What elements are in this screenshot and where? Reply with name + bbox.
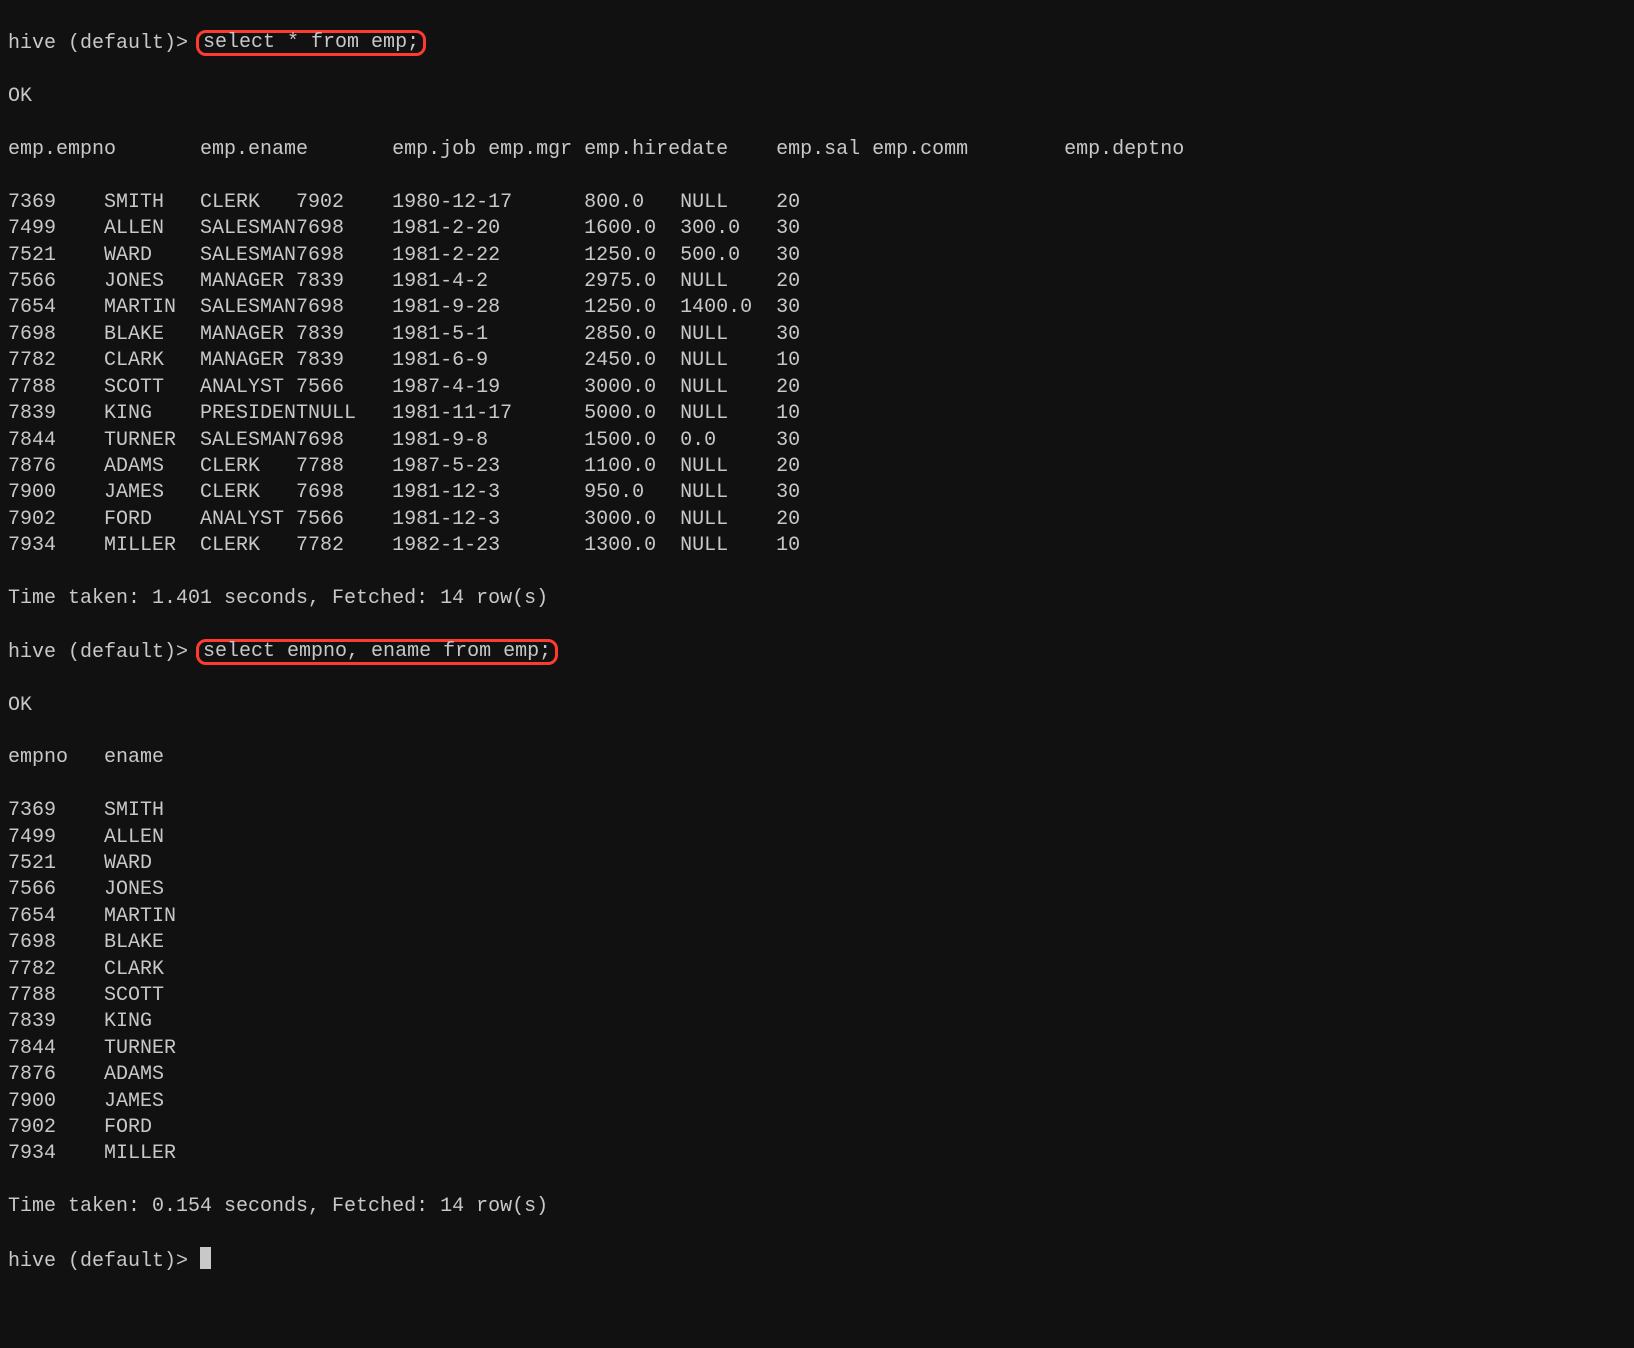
- table-row: 7902 FORD ANALYST 7566 1981-12-3 3000.0 …: [8, 507, 1626, 533]
- table-row: 7900 JAMES: [8, 1089, 1626, 1115]
- table-row: 7782 CLARK MANAGER 7839 1981-6-9 2450.0 …: [8, 348, 1626, 374]
- table-row: 7698 BLAKE: [8, 930, 1626, 956]
- query-2-time: Time taken: 0.154 seconds, Fetched: 14 r…: [8, 1194, 1626, 1220]
- table-row: 7844 TURNER: [8, 1036, 1626, 1062]
- table-row: 7876 ADAMS CLERK 7788 1987-5-23 1100.0 N…: [8, 454, 1626, 480]
- table-row: 7369 SMITH: [8, 798, 1626, 824]
- table-row: 7499 ALLEN SALESMAN7698 1981-2-20 1600.0…: [8, 216, 1626, 242]
- query-2-highlight: select empno, ename from emp;: [196, 639, 558, 665]
- query-1-time: Time taken: 1.401 seconds, Fetched: 14 r…: [8, 586, 1626, 612]
- prompt-line-1: hive (default)> select * from emp;: [8, 30, 1626, 57]
- query-2-header: empno ename: [8, 745, 1626, 771]
- table-row: 7521 WARD SALESMAN7698 1981-2-22 1250.0 …: [8, 243, 1626, 269]
- ok-1: OK: [8, 84, 1626, 110]
- table-row: 7566 JONES: [8, 877, 1626, 903]
- table-row: 7698 BLAKE MANAGER 7839 1981-5-1 2850.0 …: [8, 322, 1626, 348]
- table-row: 7521 WARD: [8, 851, 1626, 877]
- table-row: 7654 MARTIN SALESMAN7698 1981-9-28 1250.…: [8, 295, 1626, 321]
- table-row: 7782 CLARK: [8, 957, 1626, 983]
- prompt-line-2: hive (default)> select empno, ename from…: [8, 639, 1626, 666]
- table-row: 7788 SCOTT ANALYST 7566 1987-4-19 3000.0…: [8, 375, 1626, 401]
- prompt-label: hive (default)>: [8, 1250, 200, 1273]
- query-1-highlight: select * from emp;: [196, 30, 426, 56]
- table-row: 7934 MILLER CLERK 7782 1982-1-23 1300.0 …: [8, 533, 1626, 559]
- terminal-output[interactable]: hive (default)> select * from emp; OK em…: [0, 0, 1634, 1306]
- table-row: 7369 SMITH CLERK 7902 1980-12-17 800.0 N…: [8, 190, 1626, 216]
- table-row: 7654 MARTIN: [8, 904, 1626, 930]
- table-row: 7844 TURNER SALESMAN7698 1981-9-8 1500.0…: [8, 428, 1626, 454]
- table-row: 7876 ADAMS: [8, 1062, 1626, 1088]
- table-row: 7839 KING PRESIDENTNULL 1981-11-17 5000.…: [8, 401, 1626, 427]
- table-row: 7902 FORD: [8, 1115, 1626, 1141]
- prompt-line-3[interactable]: hive (default)>: [8, 1247, 1626, 1275]
- table-row: 7788 SCOTT: [8, 983, 1626, 1009]
- cursor-icon: [200, 1247, 211, 1269]
- table-row: 7499 ALLEN: [8, 825, 1626, 851]
- prompt-label: hive (default)>: [8, 32, 200, 55]
- prompt-label: hive (default)>: [8, 641, 200, 664]
- query-1-header: emp.empno emp.ename emp.job emp.mgr emp.…: [8, 137, 1626, 163]
- table-row: 7934 MILLER: [8, 1141, 1626, 1167]
- table-row: 7900 JAMES CLERK 7698 1981-12-3 950.0 NU…: [8, 480, 1626, 506]
- table-row: 7566 JONES MANAGER 7839 1981-4-2 2975.0 …: [8, 269, 1626, 295]
- table-row: 7839 KING: [8, 1009, 1626, 1035]
- ok-2: OK: [8, 693, 1626, 719]
